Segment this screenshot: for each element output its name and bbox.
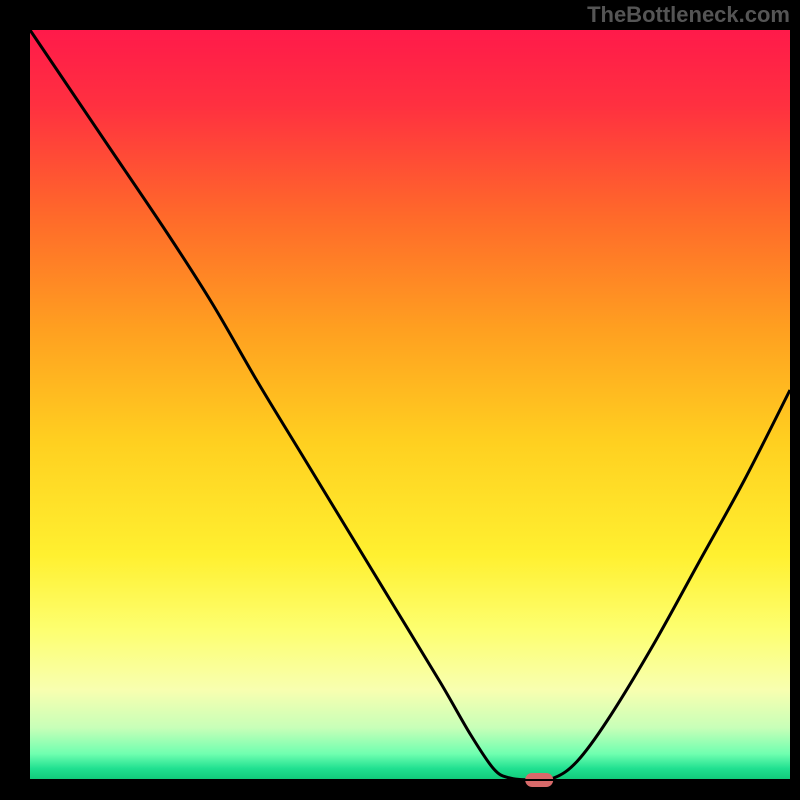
plot-background <box>30 30 790 780</box>
chart-container: { "watermark": "TheBottleneck.com", "cha… <box>0 0 800 800</box>
bottleneck-chart <box>0 0 800 800</box>
watermark-text: TheBottleneck.com <box>587 2 790 28</box>
